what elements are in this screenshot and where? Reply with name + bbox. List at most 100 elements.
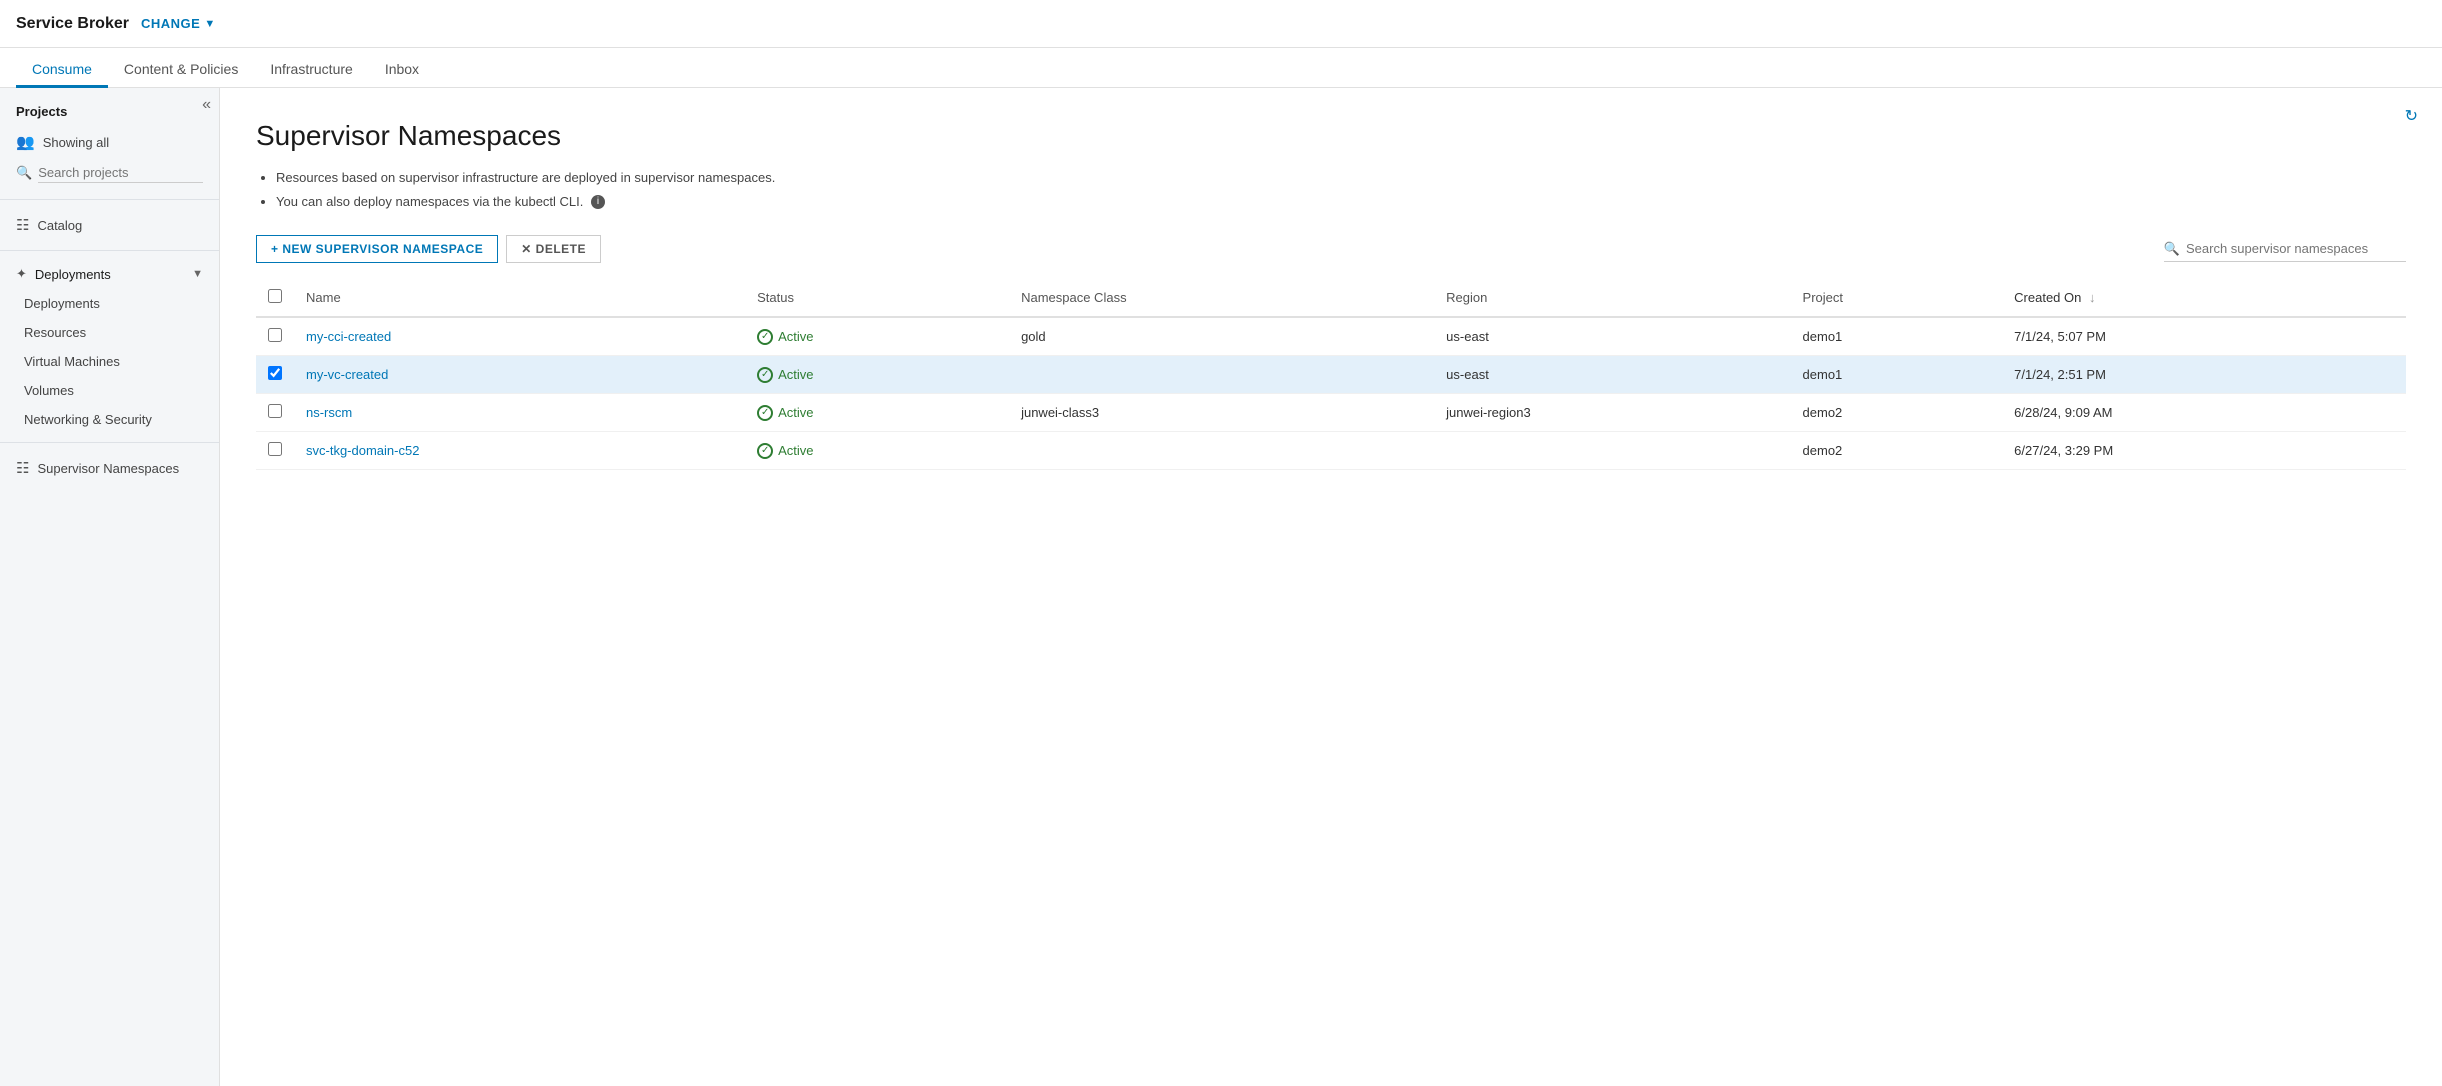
- status-icon-3: ✓: [757, 443, 773, 459]
- row-project-0: demo1: [1791, 317, 2003, 356]
- tab-consume[interactable]: Consume: [16, 53, 108, 88]
- users-icon: 👥: [16, 133, 35, 151]
- sidebar-item-catalog[interactable]: ☷ Catalog: [0, 208, 219, 242]
- top-bar: Service Broker CHANGE ▼: [0, 0, 2442, 48]
- row-name-2: ns-rscm: [294, 394, 745, 432]
- row-checkbox-3[interactable]: [268, 442, 282, 456]
- row-name-link-3[interactable]: svc-tkg-domain-c52: [306, 443, 419, 458]
- nav-tabs: Consume Content & Policies Infrastructur…: [0, 48, 2442, 88]
- collapse-sidebar-button[interactable]: «: [202, 96, 211, 114]
- app-title: Service Broker: [16, 15, 129, 33]
- search-projects-container: 🔍: [0, 159, 219, 187]
- search-namespaces-icon: 🔍: [2164, 241, 2180, 257]
- row-checkbox-cell-2: [256, 394, 294, 432]
- row-namespace-class-1: [1009, 356, 1434, 394]
- status-icon-1: ✓: [757, 367, 773, 383]
- row-status-1: ✓ Active: [745, 356, 1009, 394]
- delete-button[interactable]: ✕ DELETE: [506, 235, 601, 263]
- row-checkbox-1[interactable]: [268, 366, 282, 380]
- row-region-3: [1434, 432, 1790, 470]
- table-header-row: Name Status Namespace Class Region Proje…: [256, 279, 2406, 317]
- row-project-3: demo2: [1791, 432, 2003, 470]
- sidebar-item-deployments[interactable]: Deployments: [0, 289, 219, 318]
- row-name-1: my-vc-created: [294, 356, 745, 394]
- row-name-3: svc-tkg-domain-c52: [294, 432, 745, 470]
- search-namespaces-container: 🔍: [2164, 237, 2406, 262]
- row-status-3: ✓ Active: [745, 432, 1009, 470]
- col-namespace-class: Namespace Class: [1009, 279, 1434, 317]
- table-row: ns-rscm ✓ Active junwei-class3 junwei-re…: [256, 394, 2406, 432]
- row-name-link-2[interactable]: ns-rscm: [306, 405, 352, 420]
- description: Resources based on supervisor infrastruc…: [256, 168, 2406, 211]
- row-created-on-2: 6/28/24, 9:09 AM: [2002, 394, 2406, 432]
- row-region-1: us-east: [1434, 356, 1790, 394]
- col-status: Status: [745, 279, 1009, 317]
- row-checkbox-cell-0: [256, 317, 294, 356]
- sidebar-deployments-parent[interactable]: ✦ Deployments ▼: [0, 259, 219, 289]
- row-project-1: demo1: [1791, 356, 2003, 394]
- row-checkbox-cell-3: [256, 432, 294, 470]
- sidebar-divider-1: [0, 199, 219, 200]
- sidebar-divider-3: [0, 442, 219, 443]
- chevron-down-icon: ▼: [204, 18, 215, 30]
- row-project-2: demo2: [1791, 394, 2003, 432]
- row-checkbox-2[interactable]: [268, 404, 282, 418]
- sidebar-item-virtual-machines[interactable]: Virtual Machines: [0, 347, 219, 376]
- tab-content-policies[interactable]: Content & Policies: [108, 53, 254, 88]
- row-created-on-1: 7/1/24, 2:51 PM: [2002, 356, 2406, 394]
- row-checkbox-cell-1: [256, 356, 294, 394]
- description-line-2: You can also deploy namespaces via the k…: [276, 192, 2406, 212]
- refresh-button[interactable]: ↻: [2405, 106, 2418, 126]
- table-row: svc-tkg-domain-c52 ✓ Active demo2 6/27/2…: [256, 432, 2406, 470]
- col-name: Name: [294, 279, 745, 317]
- projects-section-title: Projects: [0, 88, 219, 125]
- deployments-icon: ✦: [16, 266, 27, 282]
- sidebar-showing-all[interactable]: 👥 Showing all: [0, 125, 219, 159]
- search-namespaces-input[interactable]: [2186, 241, 2406, 256]
- row-name-link-1[interactable]: my-vc-created: [306, 367, 388, 382]
- tab-infrastructure[interactable]: Infrastructure: [254, 53, 368, 88]
- row-status-2: ✓ Active: [745, 394, 1009, 432]
- catalog-icon: ☷: [16, 216, 29, 234]
- new-supervisor-namespace-button[interactable]: + NEW SUPERVISOR NAMESPACE: [256, 235, 498, 263]
- row-name-0: my-cci-created: [294, 317, 745, 356]
- app-layout: « Projects 👥 Showing all 🔍 ☷ Catalog ✦ D…: [0, 88, 2442, 1086]
- row-region-0: us-east: [1434, 317, 1790, 356]
- row-namespace-class-0: gold: [1009, 317, 1434, 356]
- row-region-2: junwei-region3: [1434, 394, 1790, 432]
- main-content: ↻ Supervisor Namespaces Resources based …: [220, 88, 2442, 1086]
- description-line-1: Resources based on supervisor infrastruc…: [276, 168, 2406, 188]
- row-namespace-class-2: junwei-class3: [1009, 394, 1434, 432]
- row-name-link-0[interactable]: my-cci-created: [306, 329, 391, 344]
- row-created-on-0: 7/1/24, 5:07 PM: [2002, 317, 2406, 356]
- sidebar-item-resources[interactable]: Resources: [0, 318, 219, 347]
- select-all-column: [256, 279, 294, 317]
- sidebar-item-supervisor-namespaces[interactable]: ☷ Supervisor Namespaces: [0, 451, 219, 485]
- change-button[interactable]: CHANGE ▼: [141, 16, 216, 31]
- row-checkbox-0[interactable]: [268, 328, 282, 342]
- col-project: Project: [1791, 279, 2003, 317]
- row-namespace-class-3: [1009, 432, 1434, 470]
- table-row: my-cci-created ✓ Active gold us-east dem…: [256, 317, 2406, 356]
- col-region: Region: [1434, 279, 1790, 317]
- sidebar-item-networking-security[interactable]: Networking & Security: [0, 405, 219, 434]
- namespaces-table: Name Status Namespace Class Region Proje…: [256, 279, 2406, 470]
- info-icon[interactable]: i: [591, 195, 605, 209]
- search-icon: 🔍: [16, 165, 32, 181]
- sidebar-item-volumes[interactable]: Volumes: [0, 376, 219, 405]
- search-projects-input[interactable]: [38, 163, 203, 183]
- sidebar: « Projects 👥 Showing all 🔍 ☷ Catalog ✦ D…: [0, 88, 220, 1086]
- row-status-0: ✓ Active: [745, 317, 1009, 356]
- page-title: Supervisor Namespaces: [256, 120, 2406, 152]
- table-row: my-vc-created ✓ Active us-east demo1 7/1…: [256, 356, 2406, 394]
- chevron-down-icon: ▼: [192, 268, 203, 280]
- sort-icon: ↓: [2089, 290, 2096, 305]
- col-created-on[interactable]: Created On ↓: [2002, 279, 2406, 317]
- row-created-on-3: 6/27/24, 3:29 PM: [2002, 432, 2406, 470]
- toolbar: + NEW SUPERVISOR NAMESPACE ✕ DELETE 🔍: [256, 235, 2406, 263]
- tab-inbox[interactable]: Inbox: [369, 53, 435, 88]
- status-icon-0: ✓: [757, 329, 773, 345]
- select-all-checkbox[interactable]: [268, 289, 282, 303]
- sidebar-divider-2: [0, 250, 219, 251]
- supervisor-ns-icon: ☷: [16, 459, 29, 477]
